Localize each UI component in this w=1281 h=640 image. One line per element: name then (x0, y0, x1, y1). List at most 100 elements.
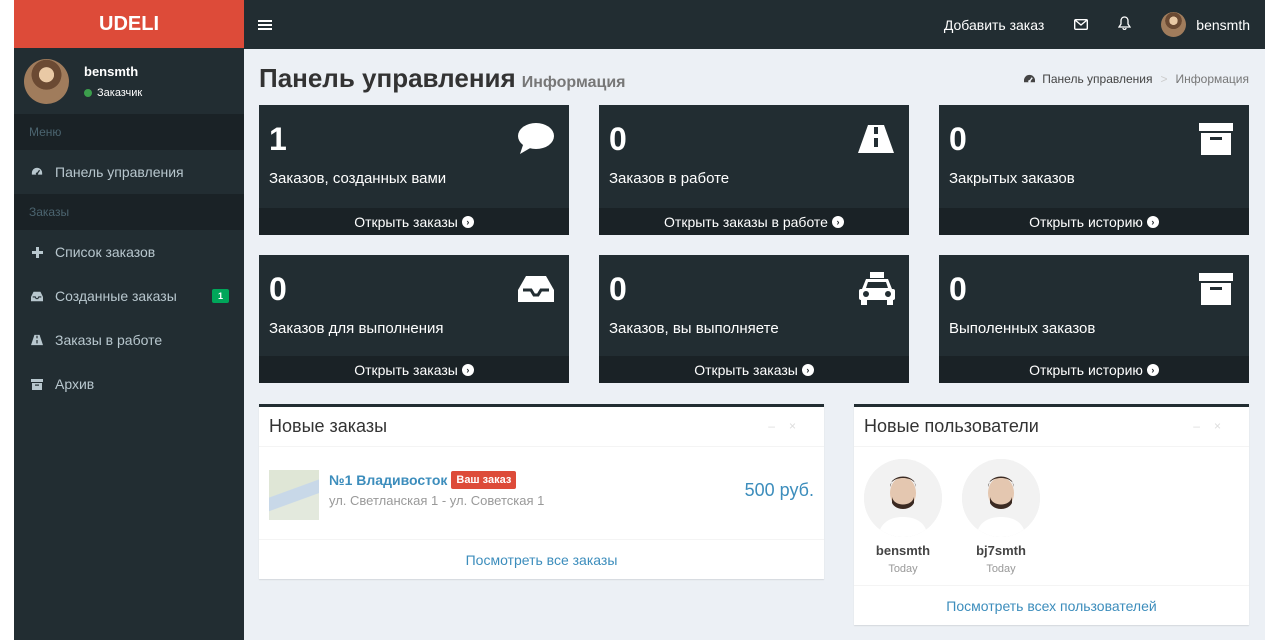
stat-label: Заказов в работе (609, 170, 730, 187)
collapse-icon[interactable]: – (768, 419, 789, 433)
stat-link-label: Открыть заказы (354, 361, 458, 378)
stat-label: Заказов, созданных вами (269, 170, 447, 187)
arrow-circle-right-icon: › (1146, 215, 1159, 228)
stat-value: 0 (949, 271, 967, 307)
taxi-icon (857, 271, 895, 307)
user-name: bensmth (875, 543, 931, 558)
arrow-circle-right-icon: › (461, 363, 474, 376)
list-item[interactable]: №1 Владивосток Ваш заказ ул. Светланская … (269, 468, 814, 520)
stat-box-completed-orders: 0 Выполенных заказов Открыть историю › (939, 255, 1249, 383)
stat-label: Выполенных заказов (949, 320, 1096, 337)
stat-box-link[interactable]: Открыть историю › (939, 356, 1249, 383)
plus-icon (31, 246, 43, 258)
sidebar-item-created-orders[interactable]: Созданные заказы 1 (14, 274, 244, 318)
arrow-circle-right-icon: › (461, 215, 474, 228)
page-subtitle: Информация (521, 74, 626, 91)
stat-box-closed-orders: 0 Закрытых заказов Открыть историю › (939, 105, 1249, 235)
sidebar-item-label: Список заказов (55, 244, 156, 260)
breadcrumb-link-dashboard[interactable]: Панель управления (1042, 72, 1152, 86)
top-navbar: Добавить заказ bensmth (244, 0, 1265, 49)
dashboard-icon (31, 166, 43, 178)
page-title: Панель управления Информация (259, 63, 626, 94)
messages-button[interactable] (1059, 0, 1103, 49)
new-orders-title: Новые заказы (259, 407, 824, 447)
stat-box-link[interactable]: Открыть заказы › (259, 356, 569, 383)
user-status-label: Заказчик (97, 86, 143, 99)
order-price: 500 руб. (744, 480, 814, 500)
sidebar-item-label: Созданные заказы (55, 288, 177, 304)
stat-box-orders-in-work: 0 Заказов в работе Открыть заказы в рабо… (599, 105, 909, 235)
close-icon[interactable]: × (789, 419, 810, 433)
stat-box-created-orders: 1 Заказов, созданных вами Открыть заказы… (259, 105, 569, 235)
user-date: Today (986, 563, 1016, 575)
collapse-icon[interactable]: – (1193, 419, 1214, 433)
sidebar-item-orders-in-work[interactable]: Заказы в работе (14, 318, 244, 362)
sidebar: UDELI bensmth Заказчик Меню Панель управ… (14, 0, 244, 640)
user-avatar (962, 459, 1040, 537)
stat-box-orders-you-perform: 0 Заказов, вы выполняете Открыть заказы › (599, 255, 909, 383)
inbox-icon (517, 271, 555, 307)
sidebar-item-archive[interactable]: Архив (14, 362, 244, 406)
stat-box-link[interactable]: Открыть заказы › (259, 208, 569, 235)
user-menu[interactable]: bensmth (1146, 0, 1265, 49)
new-users-title: Новые пользователи (854, 407, 1249, 447)
breadcrumb: Панель управления > Информация (1023, 72, 1249, 86)
view-all-users-link[interactable]: Посмотреть всех пользователей (854, 585, 1249, 625)
sidebar-item-order-list[interactable]: Список заказов (14, 230, 244, 274)
archive-icon (31, 378, 43, 390)
user-card[interactable]: bj7smth Today (961, 459, 1041, 575)
stat-box-link[interactable]: Открыть заказы › (599, 356, 909, 383)
user-name: bj7smth (976, 543, 1026, 558)
user-name: bensmth (84, 63, 139, 79)
notifications-button[interactable] (1103, 0, 1146, 49)
view-all-orders-link[interactable]: Посмотреть все заказы (259, 539, 824, 579)
stat-box-link[interactable]: Открыть заказы в работе › (599, 208, 909, 235)
stat-link-label: Открыть историю (1029, 213, 1143, 230)
sidebar-item-label: Архив (55, 376, 95, 392)
arrow-circle-right-icon: › (801, 363, 814, 376)
envelope-icon (1074, 17, 1089, 33)
panel-tools: –× (768, 419, 810, 433)
user-status: Заказчик (84, 87, 142, 99)
new-orders-panel: Новые заказы –× №1 Владивосток Ваш заказ … (259, 404, 824, 579)
section-header-menu: Меню (14, 114, 244, 150)
stat-link-label: Открыть заказы в работе (664, 213, 828, 230)
breadcrumb-separator: > (1160, 72, 1168, 86)
your-order-badge: Ваш заказ (451, 471, 517, 489)
road-icon (857, 121, 895, 157)
user-card[interactable]: bensmth Today (863, 459, 943, 575)
section-header-orders: Заказы (14, 194, 244, 230)
stat-value: 0 (609, 121, 627, 157)
app-frame: UDELI bensmth Заказчик Меню Панель управ… (14, 0, 1265, 640)
new-users-panel: Новые пользователи –× bensmth Today bj7s… (854, 404, 1249, 625)
sidebar-item-dashboard[interactable]: Панель управления (14, 150, 244, 194)
close-icon[interactable]: × (1214, 419, 1235, 433)
stat-link-label: Открыть заказы (694, 361, 798, 378)
stat-link-label: Открыть заказы (354, 213, 458, 230)
order-title[interactable]: №1 Владивосток Ваш заказ (329, 471, 517, 489)
logo[interactable]: UDELI (14, 0, 244, 48)
page-title-text: Панель управления (259, 63, 516, 93)
breadcrumb-current: Информация (1175, 72, 1249, 86)
online-dot-icon (84, 88, 92, 97)
map-thumbnail (269, 470, 319, 520)
comment-icon (517, 121, 555, 157)
sidebar-toggle-icon[interactable] (258, 18, 272, 32)
stat-box-orders-to-fulfill: 0 Заказов для выполнения Открыть заказы › (259, 255, 569, 383)
inbox-icon (31, 290, 43, 302)
user-panel: bensmth Заказчик (14, 48, 244, 114)
bell-icon (1118, 16, 1132, 33)
stat-link-label: Открыть историю (1029, 361, 1143, 378)
add-order-link[interactable]: Добавить заказ (929, 0, 1059, 49)
stat-value: 0 (609, 271, 627, 307)
user-avatar (24, 58, 69, 104)
order-title-text: №1 Владивосток (329, 472, 448, 488)
panel-tools: –× (1193, 419, 1235, 433)
sidebar-item-label: Заказы в работе (55, 332, 163, 348)
stat-label: Заказов, вы выполняете (609, 320, 779, 337)
stat-value: 0 (949, 121, 967, 157)
stat-value: 1 (269, 121, 287, 157)
road-icon (31, 334, 43, 346)
stat-box-link[interactable]: Открыть историю › (939, 208, 1249, 235)
main-content: Панель управления Информация Панель управ… (244, 49, 1265, 640)
